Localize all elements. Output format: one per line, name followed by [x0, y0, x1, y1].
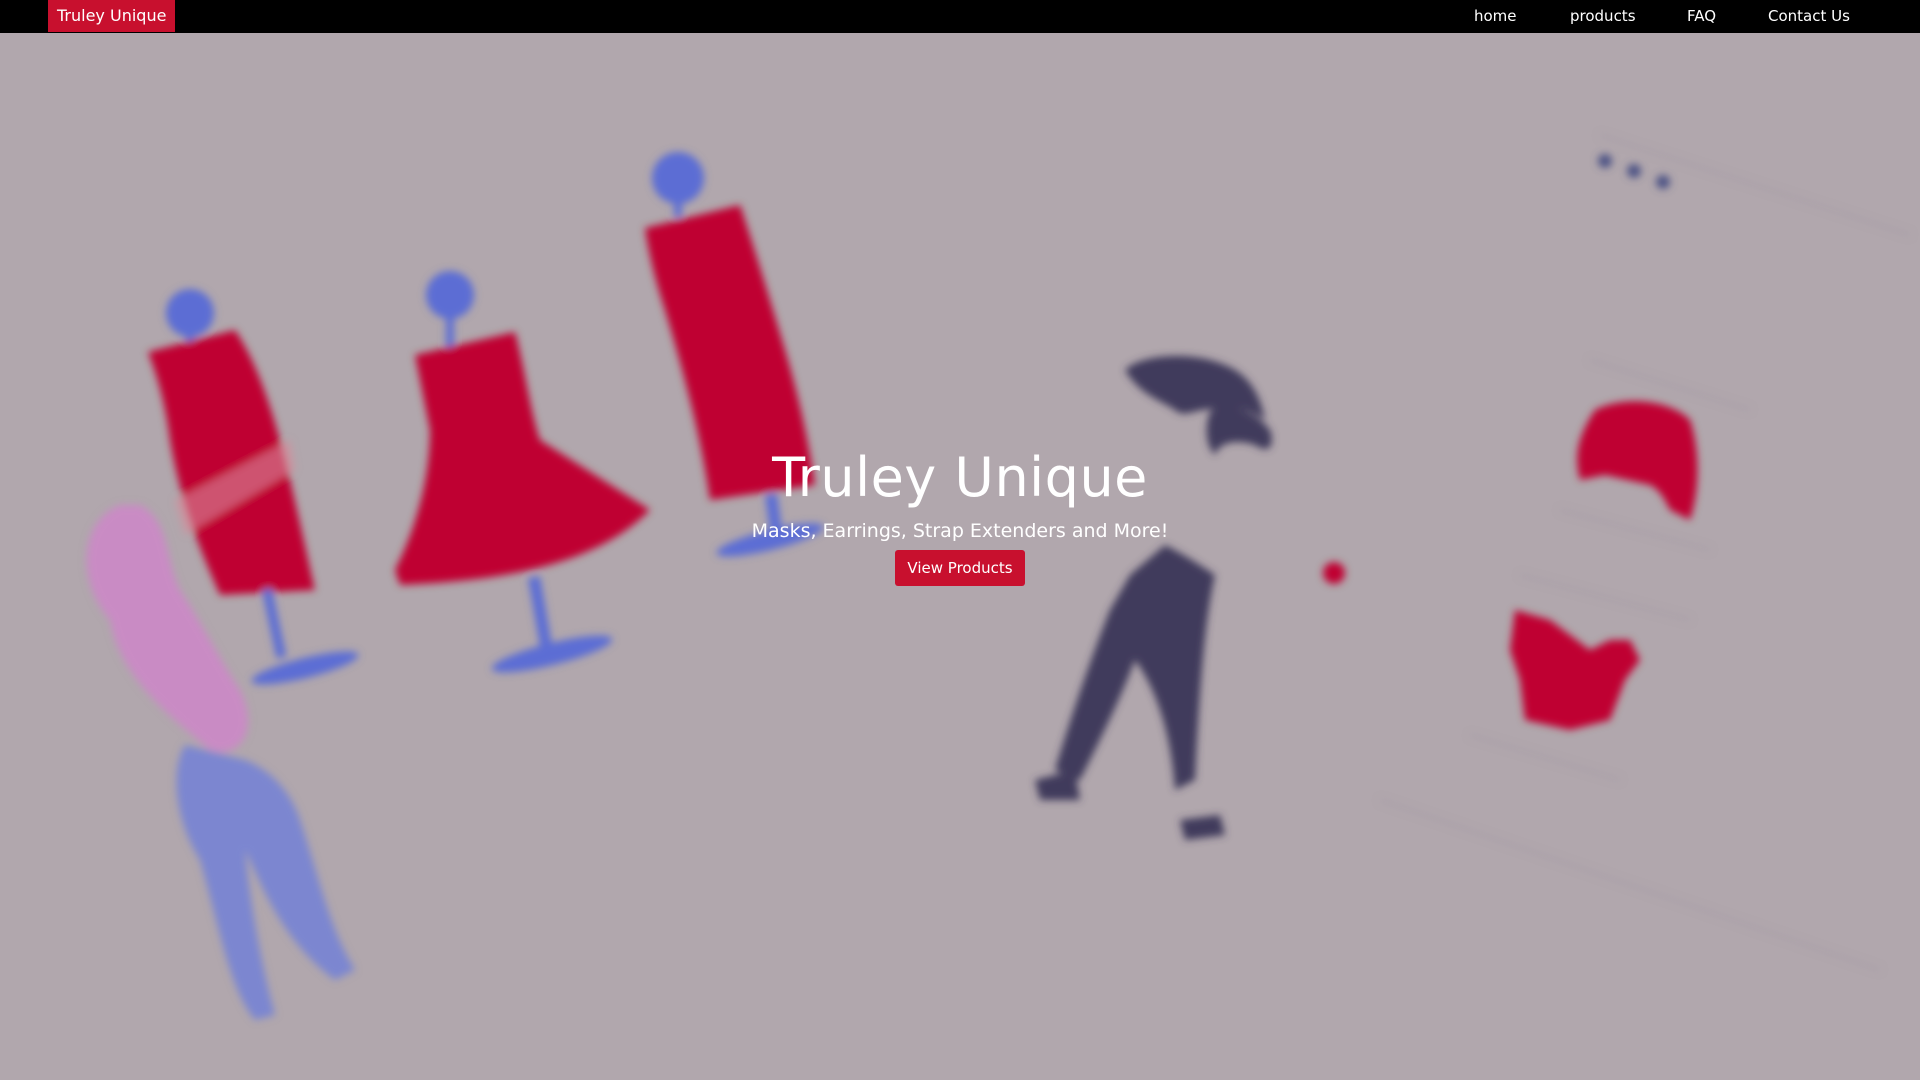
nav-link-home[interactable]: home [1474, 0, 1517, 33]
hero-title: Truley Unique [772, 446, 1148, 509]
dots-decoration-icon [1598, 154, 1670, 189]
view-products-button[interactable]: View Products [895, 550, 1025, 586]
top-navbar: Truley Unique home products FAQ Contact … [0, 0, 1920, 33]
woman-figure-icon [1035, 355, 1345, 840]
crop-top-icon [1510, 610, 1640, 730]
hero-section: Truley Unique Masks, Earrings, Strap Ext… [0, 438, 1920, 586]
nav-link-contact-us[interactable]: Contact Us [1768, 0, 1850, 33]
nav-link-faq[interactable]: FAQ [1687, 0, 1716, 33]
nav-link-products[interactable]: products [1570, 0, 1636, 33]
hero-subtitle: Masks, Earrings, Strap Extenders and Mor… [751, 520, 1169, 542]
brand-logo-link[interactable]: Truley Unique [48, 0, 176, 32]
